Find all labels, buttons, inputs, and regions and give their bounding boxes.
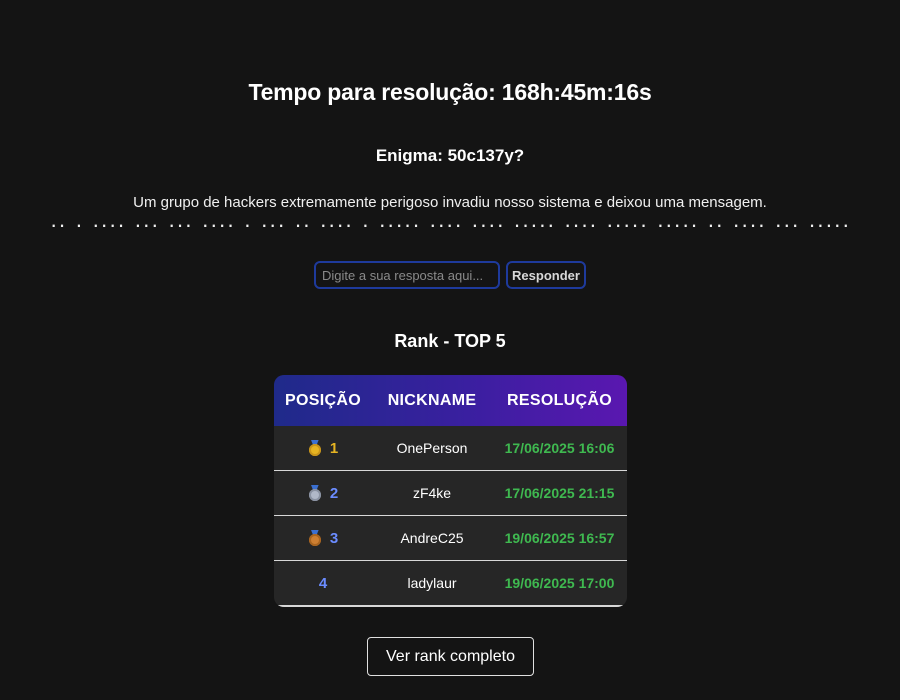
gold-medal-icon: [308, 439, 322, 457]
position-cell: 3: [274, 529, 372, 547]
resolution-cell: 17/06/2025 16:06: [504, 440, 615, 456]
submit-answer-button[interactable]: Responder: [506, 261, 586, 289]
silver-medal-icon: [308, 484, 322, 502]
header-resolution: RESOLUÇÃO: [507, 391, 612, 409]
rank-table-header: POSIÇÃO NICKNAME RESOLUÇÃO: [274, 375, 627, 426]
resolution-cell: 17/06/2025 21:15: [504, 485, 615, 501]
view-full-rank-button[interactable]: Ver rank completo: [367, 637, 534, 676]
page: Tempo para resolução: 168h:45m:16s Enigm…: [0, 0, 900, 700]
position-cell: 4: [274, 575, 372, 592]
position-cell: 2: [274, 484, 372, 502]
nickname-cell: zF4ke: [412, 485, 452, 501]
rank-row: 3 AndreC25 19/06/2025 16:57: [274, 516, 627, 561]
rank-row: 1 OnePerson 17/06/2025 16:06: [274, 426, 627, 471]
rank-row: 2 zF4ke 17/06/2025 21:15: [274, 471, 627, 516]
nickname-cell: OnePerson: [396, 440, 468, 456]
enigma-title: Enigma: 50c137y?: [375, 146, 525, 165]
position-number: 3: [329, 529, 339, 547]
answer-form: Responder: [314, 261, 586, 289]
header-nickname: NICKNAME: [387, 391, 477, 409]
position-cell: 1: [274, 439, 372, 457]
header-position: POSIÇÃO: [285, 391, 361, 409]
nickname-cell: ladylaur: [407, 575, 457, 591]
position-number: 4: [318, 574, 328, 592]
morse-message: .. . .... ... ... .... . ... .. .... . .…: [49, 216, 851, 231]
position-number: 1: [329, 439, 339, 457]
rank-table: POSIÇÃO NICKNAME RESOLUÇÃO 1 OnePerson 1…: [274, 375, 627, 607]
rank-row: 4 ladylaur 19/06/2025 17:00: [274, 561, 627, 607]
rank-title: Rank - TOP 5: [394, 331, 506, 351]
answer-input[interactable]: [314, 261, 500, 289]
countdown-timer: Tempo para resolução: 168h:45m:16s: [248, 79, 652, 105]
enigma-description: Um grupo de hackers extremamente perigos…: [133, 194, 767, 211]
bronze-medal-icon: [308, 529, 322, 547]
position-number: 2: [329, 484, 339, 502]
resolution-cell: 19/06/2025 16:57: [504, 530, 615, 546]
resolution-cell: 19/06/2025 17:00: [504, 575, 615, 591]
nickname-cell: AndreC25: [400, 530, 464, 546]
